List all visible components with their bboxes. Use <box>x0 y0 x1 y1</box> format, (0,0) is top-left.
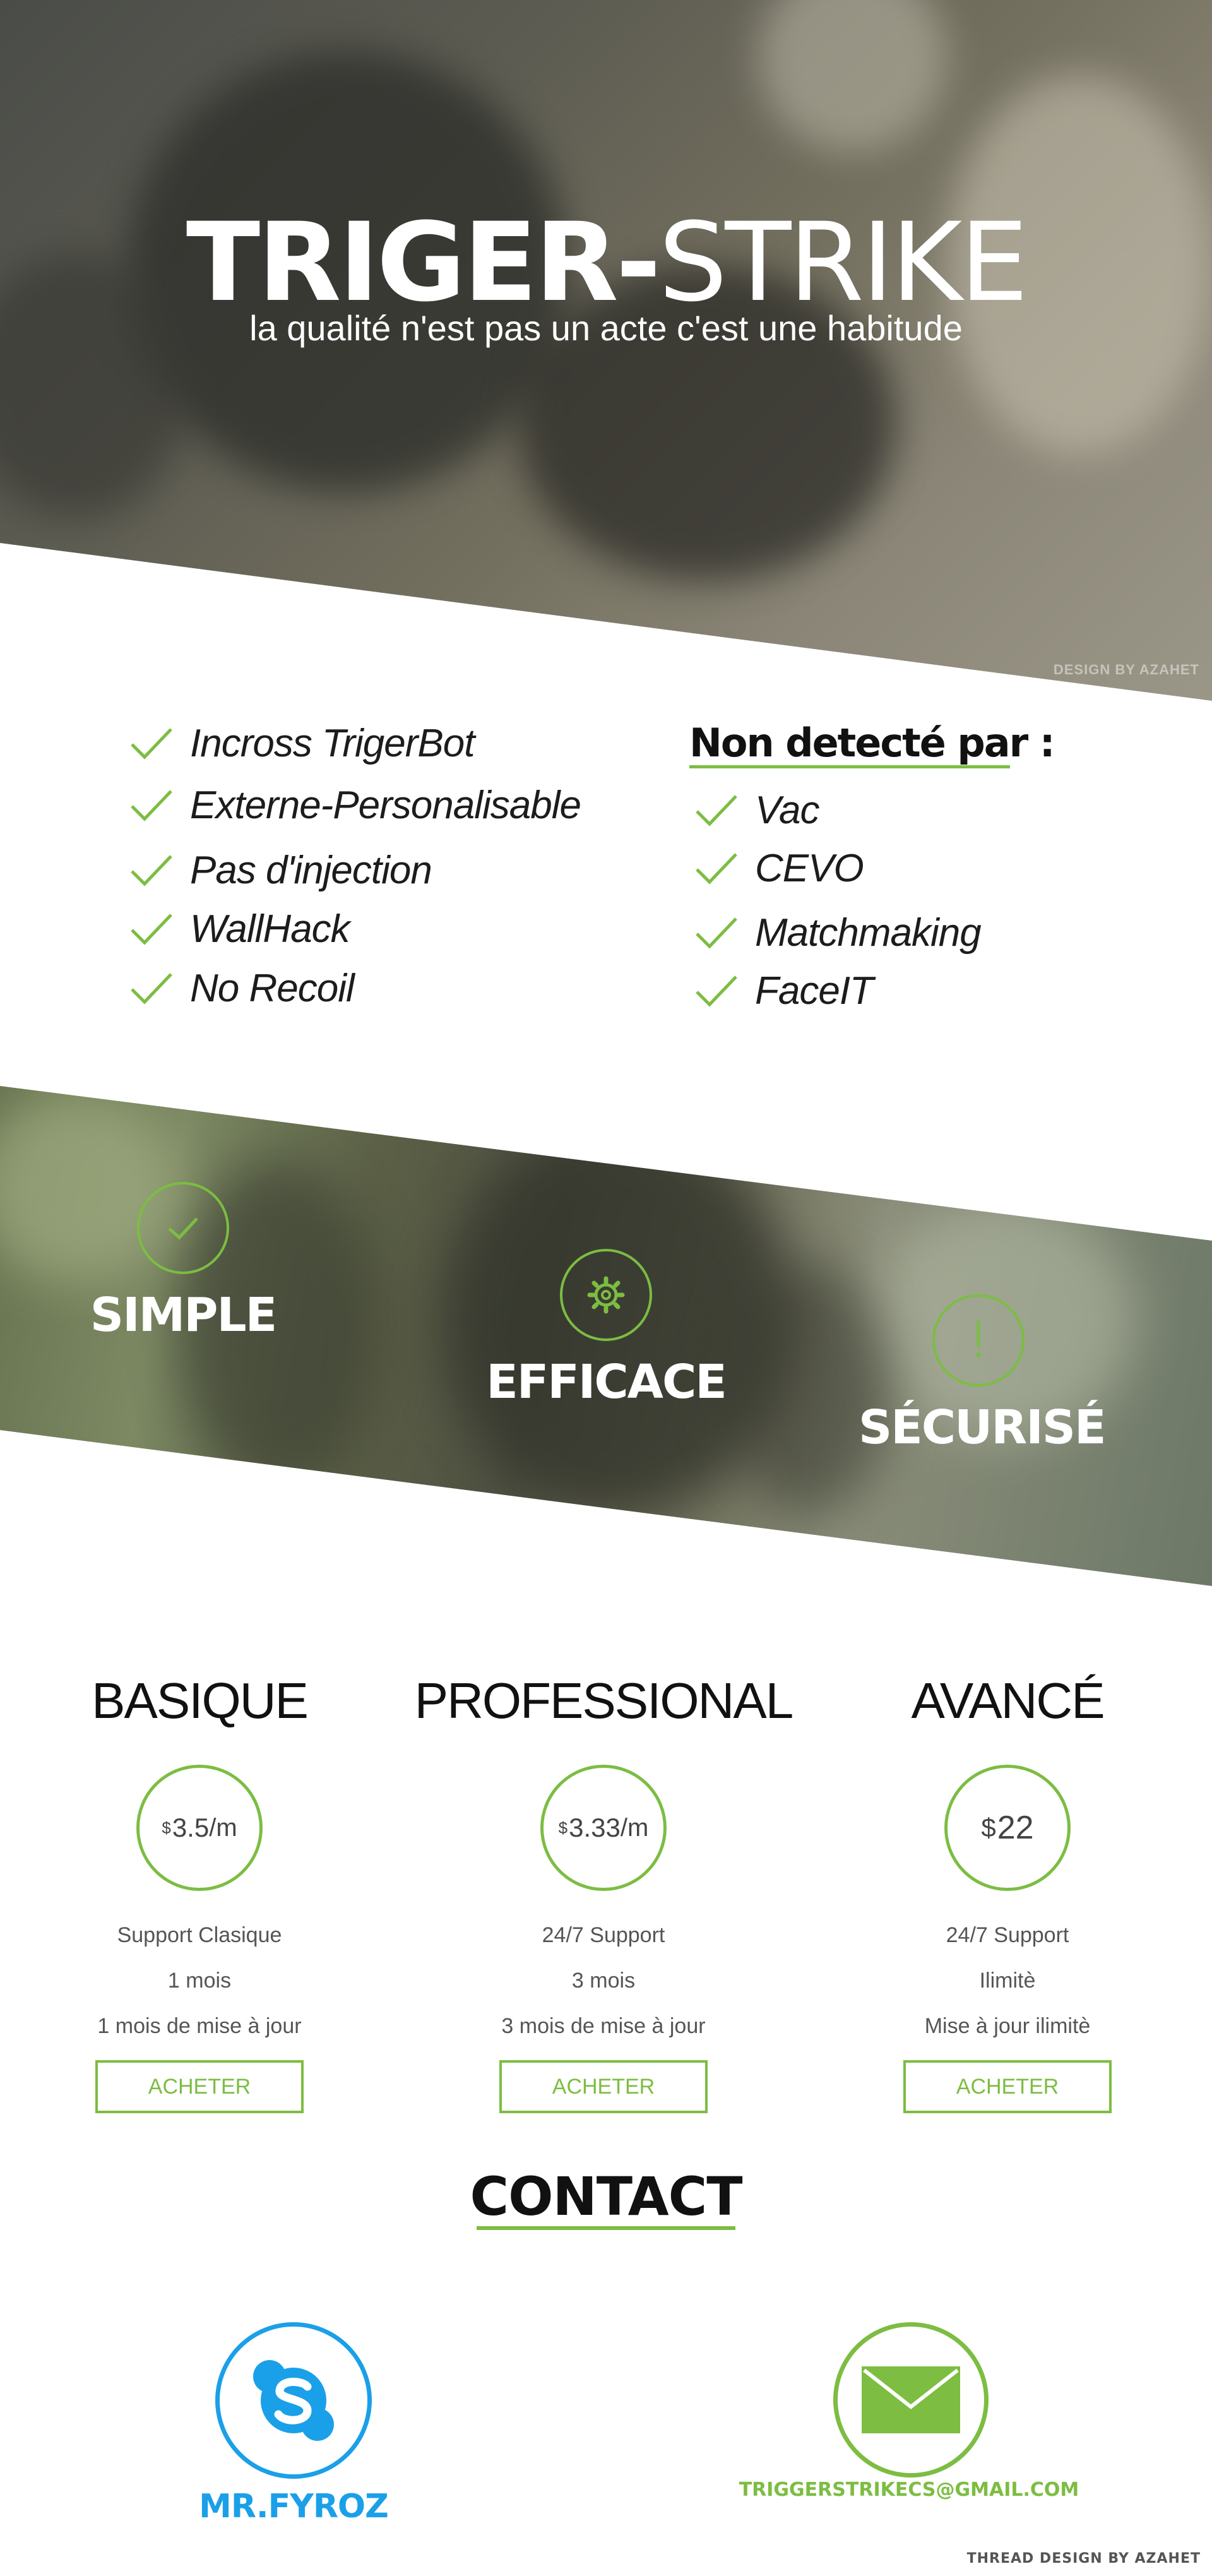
hero-title: TRIGER-STRIKE <box>0 208 1212 317</box>
check-icon <box>696 975 737 1007</box>
plan-professional: PROFESSIONAL $3.33/m 24/7 Support 3 mois… <box>401 1672 805 2113</box>
band-item-simple: SIMPLE <box>88 1182 278 1342</box>
hero-highlight <box>758 0 947 152</box>
contact-title-underline <box>477 2226 735 2230</box>
undetected-title-underline <box>689 765 1010 768</box>
plan-feature: Support Clasique <box>117 1923 282 1947</box>
band-label: SIMPLE <box>90 1288 277 1342</box>
buy-button-professional[interactable]: ACHETER <box>499 2060 708 2113</box>
undetected-title: Non detecté par : <box>689 720 1055 766</box>
feature-item: WallHack <box>129 900 350 957</box>
band-icon-circle <box>560 1249 652 1341</box>
check-icon <box>131 790 172 821</box>
price-amount: 3.5 <box>172 1813 210 1842</box>
check-icon <box>131 855 172 886</box>
feature-item: Externe-Personalisable <box>129 777 581 833</box>
check-icon <box>696 853 737 885</box>
buy-button-avance[interactable]: ACHETER <box>903 2060 1112 2113</box>
plan-name: BASIQUE <box>92 1673 309 1729</box>
feature-item: Incross TrigerBot <box>129 715 475 772</box>
price-currency: $ <box>162 1818 171 1837</box>
feature-label: Externe-Personalisable <box>190 783 581 827</box>
plan-feature: 1 mois <box>167 1969 232 1993</box>
price-amount: 22 <box>997 1810 1034 1846</box>
undetected-label: Vac <box>755 788 820 832</box>
undetected-label: FaceIT <box>755 969 874 1013</box>
band-icon-circle <box>137 1182 229 1274</box>
price-amount: 3.33 <box>569 1813 621 1842</box>
contact-title: CONTACT <box>470 2166 742 2227</box>
plan-name: PROFESSIONAL <box>414 1673 793 1729</box>
check-icon <box>131 728 172 760</box>
plan-price: $3.33/m <box>540 1765 667 1891</box>
feature-label: Pas d'injection <box>190 848 432 892</box>
hero-banner: TRIGER-STRIKE la qualité n'est pas un ac… <box>0 0 1212 701</box>
plan-feature: 1 mois de mise à jour <box>97 2014 302 2038</box>
plan-feature: 24/7 Support <box>542 1923 665 1947</box>
hero-title-thin: STRIKE <box>658 199 1028 326</box>
band-icon-circle <box>932 1294 1025 1386</box>
plan-price: $3.5/m <box>136 1765 263 1891</box>
undetected-label: CEVO <box>755 846 864 890</box>
band-item-efficace: EFFICACE <box>480 1249 732 1409</box>
undetected-item: CEVO <box>694 840 864 897</box>
email-link[interactable] <box>833 2322 989 2478</box>
price-period: /m <box>620 1813 649 1842</box>
plan-feature: 3 mois de mise à jour <box>501 2014 706 2038</box>
plan-avance: AVANCÉ $22 24/7 Support Ilimitè Mise à j… <box>805 1672 1209 2113</box>
check-icon <box>131 914 172 945</box>
gear-icon <box>587 1276 625 1314</box>
check-icon <box>696 795 737 826</box>
plan-basique: BASIQUE $3.5/m Support Clasique 1 mois 1… <box>0 1672 401 2113</box>
undetected-item: FaceIT <box>694 962 874 1019</box>
feature-label: Incross TrigerBot <box>190 721 475 765</box>
feature-item: No Recoil <box>129 960 355 1017</box>
price-period: /m <box>209 1813 237 1842</box>
plan-feature: Ilimitè <box>979 1969 1036 1993</box>
skype-icon <box>253 2360 334 2441</box>
plan-name: AVANCÉ <box>911 1673 1105 1729</box>
undetected-label: Matchmaking <box>755 910 982 955</box>
skype-link[interactable] <box>215 2322 372 2479</box>
band-item-securise: SÉCURISÉ <box>858 1294 1107 1455</box>
mail-icon <box>862 2366 960 2433</box>
check-icon <box>131 973 172 1005</box>
footer-credit: THREAD DESIGN BY AZAHET <box>966 2551 1201 2567</box>
plan-feature: 24/7 Support <box>946 1923 1069 1947</box>
check-icon <box>696 917 737 949</box>
feature-item: Pas d'injection <box>129 842 432 898</box>
undetected-item: Matchmaking <box>694 904 982 961</box>
exclamation-icon <box>976 1320 981 1357</box>
buy-button-basique[interactable]: ACHETER <box>95 2060 304 2113</box>
hero-title-bold: TRIGER- <box>186 199 661 326</box>
band-label: EFFICACE <box>486 1355 727 1409</box>
price-currency: $ <box>981 1813 996 1842</box>
price-currency: $ <box>558 1818 568 1837</box>
skype-username[interactable]: MR.FYROZ <box>167 2488 420 2525</box>
email-address[interactable]: TRIGGERSTRIKECS@GMAIL.COM <box>656 2479 1162 2501</box>
plan-feature: 3 mois <box>571 1969 636 1993</box>
undetected-item: Vac <box>694 782 820 838</box>
band-label: SÉCURISÉ <box>858 1400 1107 1455</box>
hero-subtitle: la qualité n'est pas un acte c'est une h… <box>249 308 963 348</box>
plan-feature: Mise à jour ilimitè <box>924 2014 1091 2038</box>
hero-watermark: DESIGN BY AZAHET <box>1053 662 1199 677</box>
feature-label: WallHack <box>190 907 350 951</box>
check-icon <box>168 1217 198 1240</box>
plan-price: $22 <box>944 1765 1071 1891</box>
feature-label: No Recoil <box>190 966 355 1010</box>
